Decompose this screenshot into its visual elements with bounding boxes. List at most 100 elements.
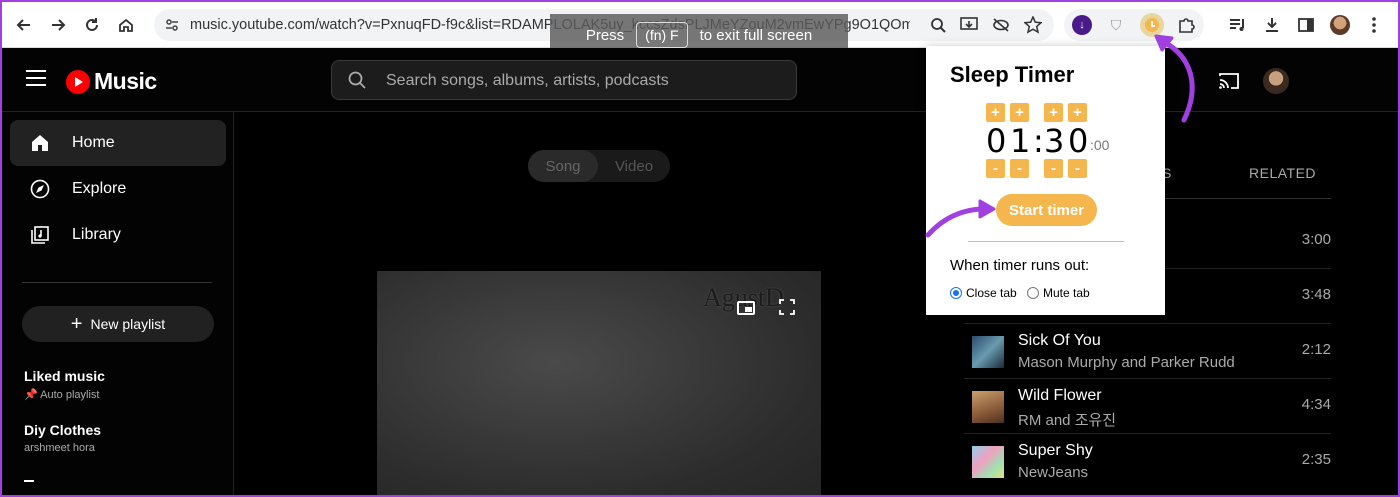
download-extension-icon[interactable]: ↓ <box>1072 15 1092 35</box>
site-settings-icon[interactable] <box>164 17 180 38</box>
play-logo-icon <box>66 69 90 94</box>
miniplayer-icon[interactable] <box>737 301 755 315</box>
queue-track-artist: Mason Murphy and Parker Rudd <box>1018 354 1235 371</box>
media-queue-icon[interactable] <box>1226 13 1250 37</box>
queue-track-title: Super Shy <box>1018 442 1093 459</box>
cast-icon[interactable] <box>1218 72 1240 90</box>
playlist-subtitle: 📌 Auto playlist <box>24 389 100 401</box>
time-separator: : <box>1033 122 1044 160</box>
search-icon <box>348 71 366 89</box>
account-avatar[interactable] <box>1263 68 1289 94</box>
sleep-timer-popup: Sleep Timer + + + + 0 1 : 3 0 :00 - - - … <box>926 46 1165 315</box>
tab-related[interactable]: RELATED <box>1249 165 1316 181</box>
seconds-label: :00 <box>1090 137 1110 153</box>
sidebar-item-explore[interactable]: Explore <box>10 166 226 212</box>
minutes-ones-minus-button[interactable]: - <box>1068 159 1087 178</box>
reload-icon[interactable] <box>80 13 104 37</box>
playlist-title: Liked music <box>24 368 105 384</box>
option-label: Mute tab <box>1043 286 1090 300</box>
annotation-arrow-extension <box>1154 34 1195 123</box>
minutes-tens-minus-button[interactable]: - <box>1044 159 1063 178</box>
hours-ones-digit: 1 <box>1010 122 1031 160</box>
minutes-ones-digit: 0 <box>1068 122 1089 160</box>
profile-avatar[interactable] <box>1328 13 1352 37</box>
back-arrow-icon[interactable] <box>12 13 36 37</box>
library-icon <box>31 226 49 244</box>
hours-tens-digit: 0 <box>986 122 1007 160</box>
toggle-song[interactable]: Song <box>528 150 598 182</box>
queue-track-duration: 3:48 <box>1301 286 1331 303</box>
radio-close-tab[interactable] <box>950 287 962 299</box>
home-browser-icon[interactable] <box>114 13 138 37</box>
queue-row[interactable]: Wild Flower RM and 조유진 4:34 <box>964 379 1331 434</box>
hours-ones-minus-button[interactable]: - <box>1010 159 1029 178</box>
pin-icon: 📌 <box>24 389 41 401</box>
logo-text: Music <box>94 68 157 94</box>
downloads-icon[interactable] <box>1260 13 1284 37</box>
playlist-subtitle: arshmeet hora <box>24 442 95 454</box>
hours-tens-minus-button[interactable]: - <box>986 159 1005 178</box>
queue-track-artist: NewJeans <box>1018 464 1089 481</box>
fullscreen-notice-key: (fn) F <box>636 22 688 48</box>
option-mute-tab[interactable]: Mute tab <box>1027 286 1090 300</box>
home-icon <box>32 135 48 151</box>
plus-icon: + <box>70 313 83 335</box>
partial-playlist-item <box>24 480 34 482</box>
queue-track-title: Sick Of You <box>1018 332 1101 349</box>
track-thumbnail <box>972 336 1004 368</box>
option-label: Close tab <box>966 286 1017 300</box>
new-playlist-button[interactable]: + New playlist <box>22 306 214 342</box>
sidebar-item-home[interactable]: Home <box>10 120 226 166</box>
search-bar[interactable] <box>331 60 797 100</box>
playlist-diy-clothes[interactable]: Diy Clothes arshmeet hora <box>24 422 101 454</box>
popup-title: Sleep Timer <box>950 62 1075 87</box>
sidebar: Home Explore Library + New playlist Like… <box>2 112 234 495</box>
browser-menu-icon[interactable] <box>1362 13 1386 37</box>
compass-icon <box>30 179 50 199</box>
zoom-search-icon[interactable] <box>930 17 946 38</box>
annotation-arrow-start-timer <box>925 199 996 238</box>
sidebar-item-library[interactable]: Library <box>10 212 226 258</box>
sidebar-item-label: Home <box>72 134 115 151</box>
playlist-liked-music[interactable]: Liked music 📌 Auto playlist <box>24 368 105 401</box>
sidebar-item-label: Library <box>72 226 121 243</box>
forward-arrow-icon[interactable] <box>46 13 70 37</box>
eye-slash-icon[interactable] <box>992 17 1010 38</box>
fullscreen-notice-suffix: to exit full screen <box>699 26 813 44</box>
hamburger-menu-icon[interactable] <box>26 70 46 86</box>
queue-track-title: Wild Flower <box>1018 387 1102 404</box>
sidebar-item-label: Explore <box>72 180 127 197</box>
minutes-tens-plus-button[interactable]: + <box>1044 103 1063 122</box>
install-app-icon[interactable] <box>960 17 978 38</box>
hours-tens-plus-button[interactable]: + <box>986 103 1005 122</box>
playlist-title: Diy Clothes <box>24 422 102 438</box>
bookmark-star-icon[interactable] <box>1023 15 1043 39</box>
queue-track-duration: 2:35 <box>1301 451 1331 468</box>
queue-track-artist: RM and 조유진 <box>1018 412 1117 429</box>
new-playlist-label: New playlist <box>90 316 166 332</box>
toggle-video[interactable]: Video <box>598 150 670 182</box>
option-close-tab[interactable]: Close tab <box>950 286 1017 300</box>
start-timer-button[interactable]: Start timer <box>996 194 1097 226</box>
runout-label: When timer runs out: <box>950 257 1090 274</box>
fullscreen-icon[interactable] <box>779 299 795 315</box>
fullscreen-notice-prefix: Press <box>585 26 625 44</box>
hours-ones-plus-button[interactable]: + <box>1010 103 1029 122</box>
minutes-ones-plus-button[interactable]: + <box>1068 103 1087 122</box>
search-input[interactable] <box>386 72 766 90</box>
track-thumbnail <box>972 446 1004 478</box>
queue-track-duration: 2:12 <box>1301 341 1331 358</box>
radio-mute-tab[interactable] <box>1027 287 1039 299</box>
queue-row[interactable]: Sick Of You Mason Murphy and Parker Rudd… <box>964 324 1331 379</box>
queue-track-duration: 3:00 <box>1301 231 1331 248</box>
queue-row[interactable]: Super Shy NewJeans 2:35 <box>964 434 1331 489</box>
minutes-tens-digit: 3 <box>1044 122 1065 160</box>
screenshot-frame: music.youtube.com/watch?v=PxnuqFD-f9c&li… <box>2 2 1398 495</box>
song-video-toggle: Song Video <box>528 150 670 182</box>
shield-extension-icon[interactable]: ⛉ <box>1106 15 1126 35</box>
side-panel-icon[interactable] <box>1294 13 1318 37</box>
ytmusic-logo[interactable]: Music <box>66 68 157 95</box>
album-art: AgustD <box>377 271 821 495</box>
queue-track-duration: 4:34 <box>1301 396 1331 413</box>
track-thumbnail <box>972 391 1004 423</box>
